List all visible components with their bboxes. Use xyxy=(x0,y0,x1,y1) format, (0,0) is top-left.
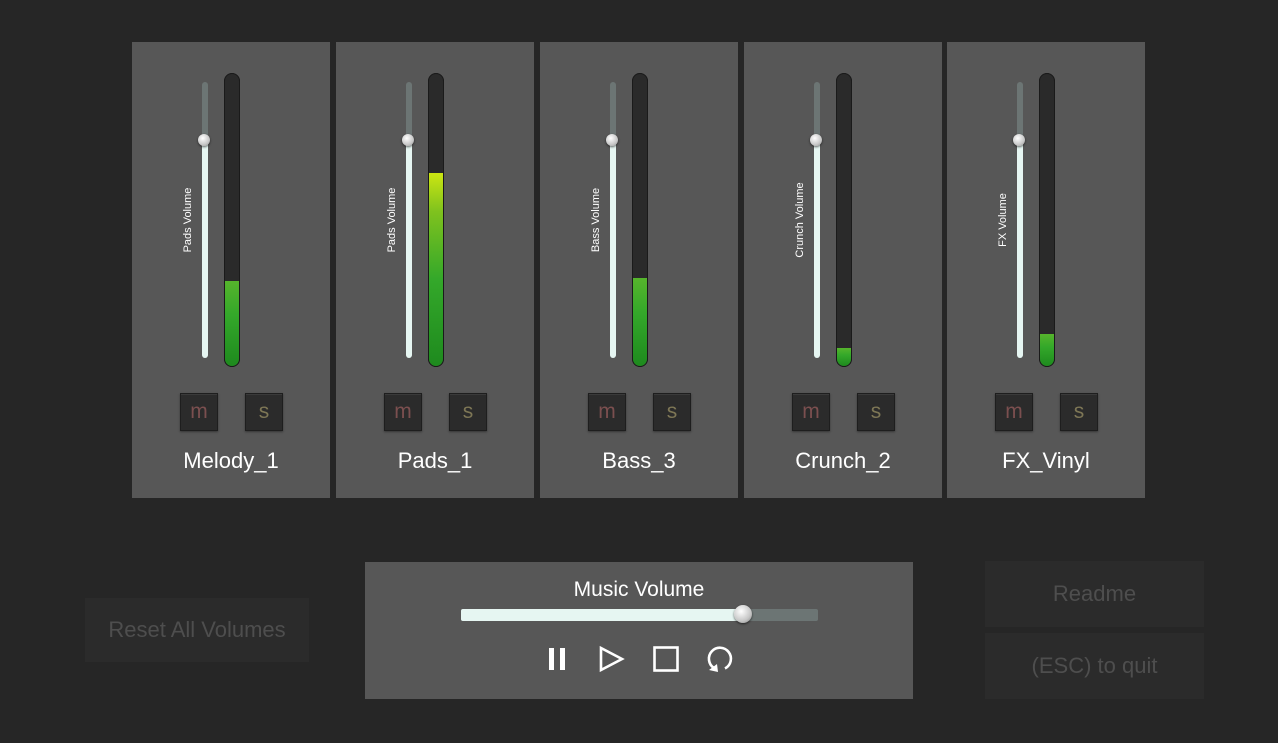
channel-strip: Crunch Volume m s Crunch_2 xyxy=(744,42,942,498)
channel-volume-slider[interactable] xyxy=(610,82,616,358)
channel-volume-slider[interactable] xyxy=(1017,82,1023,358)
mute-button[interactable]: m xyxy=(384,393,422,431)
channel-meter-fill xyxy=(837,348,851,366)
mixer-screen: Pads Volume m s Melody_1 Pads Volume m s… xyxy=(0,0,1278,743)
channel-volume-slider[interactable] xyxy=(406,82,412,358)
channel-meter-fill xyxy=(429,173,443,366)
channel-strip: Pads Volume m s Melody_1 xyxy=(132,42,330,498)
channel-level-meter xyxy=(224,73,240,367)
channel-meter-fill xyxy=(633,278,647,366)
channel-volume-slider[interactable] xyxy=(814,82,820,358)
quit-button[interactable]: (ESC) to quit xyxy=(985,633,1204,699)
solo-button[interactable]: s xyxy=(449,393,487,431)
music-volume-title: Music Volume xyxy=(573,578,705,601)
music-volume-panel: Music Volume xyxy=(365,562,913,699)
channel-name: Bass_3 xyxy=(602,448,676,473)
channel-level-meter xyxy=(1039,73,1055,367)
mute-button[interactable]: m xyxy=(180,393,218,431)
channel-level-meter xyxy=(836,73,852,367)
channel-meter-fill xyxy=(225,281,239,366)
solo-button[interactable]: s xyxy=(245,393,283,431)
channel-name: Pads_1 xyxy=(397,448,473,473)
pause-icon[interactable] xyxy=(543,644,573,674)
music-volume-fill xyxy=(461,609,744,621)
mute-button[interactable]: m xyxy=(792,393,830,431)
music-volume-handle[interactable] xyxy=(734,605,753,623)
channel-volume-handle[interactable] xyxy=(198,133,210,146)
channel-strips: Pads Volume m s Melody_1 Pads Volume m s… xyxy=(132,42,1146,498)
mute-button[interactable]: m xyxy=(588,393,626,431)
channel-level-meter xyxy=(632,73,648,367)
channel-volume-handle[interactable] xyxy=(402,133,414,146)
channel-volume-handle[interactable] xyxy=(810,133,822,146)
channel-volume-fill xyxy=(406,139,412,358)
channel-volume-handle[interactable] xyxy=(606,133,618,146)
channel-volume-handle[interactable] xyxy=(1013,133,1025,146)
loop-icon[interactable] xyxy=(705,644,735,674)
channel-volume-fill xyxy=(1017,139,1023,358)
channel-name: Melody_1 xyxy=(183,448,279,473)
channel-name: Crunch_2 xyxy=(795,448,891,473)
solo-button[interactable]: s xyxy=(1060,393,1098,431)
solo-button[interactable]: s xyxy=(653,393,691,431)
channel-strip: Pads Volume m s Pads_1 xyxy=(336,42,534,498)
channel-volume-fill xyxy=(202,139,208,358)
channel-volume-slider[interactable] xyxy=(202,82,208,358)
solo-button[interactable]: s xyxy=(857,393,895,431)
stop-icon[interactable] xyxy=(651,644,681,674)
readme-button[interactable]: Readme xyxy=(985,561,1204,627)
channel-name: FX_Vinyl xyxy=(1002,448,1090,473)
reset-all-volumes-button[interactable]: Reset All Volumes xyxy=(85,598,309,662)
channel-level-meter xyxy=(428,73,444,367)
channel-meter-fill xyxy=(1040,334,1054,366)
channel-volume-fill xyxy=(610,139,616,358)
channel-strip: FX Volume m s FX_Vinyl xyxy=(947,42,1145,498)
mute-button[interactable]: m xyxy=(995,393,1033,431)
play-icon[interactable] xyxy=(596,644,626,674)
music-volume-slider[interactable] xyxy=(461,609,818,621)
channel-strip: Bass Volume m s Bass_3 xyxy=(540,42,738,498)
channel-volume-fill xyxy=(814,139,820,358)
